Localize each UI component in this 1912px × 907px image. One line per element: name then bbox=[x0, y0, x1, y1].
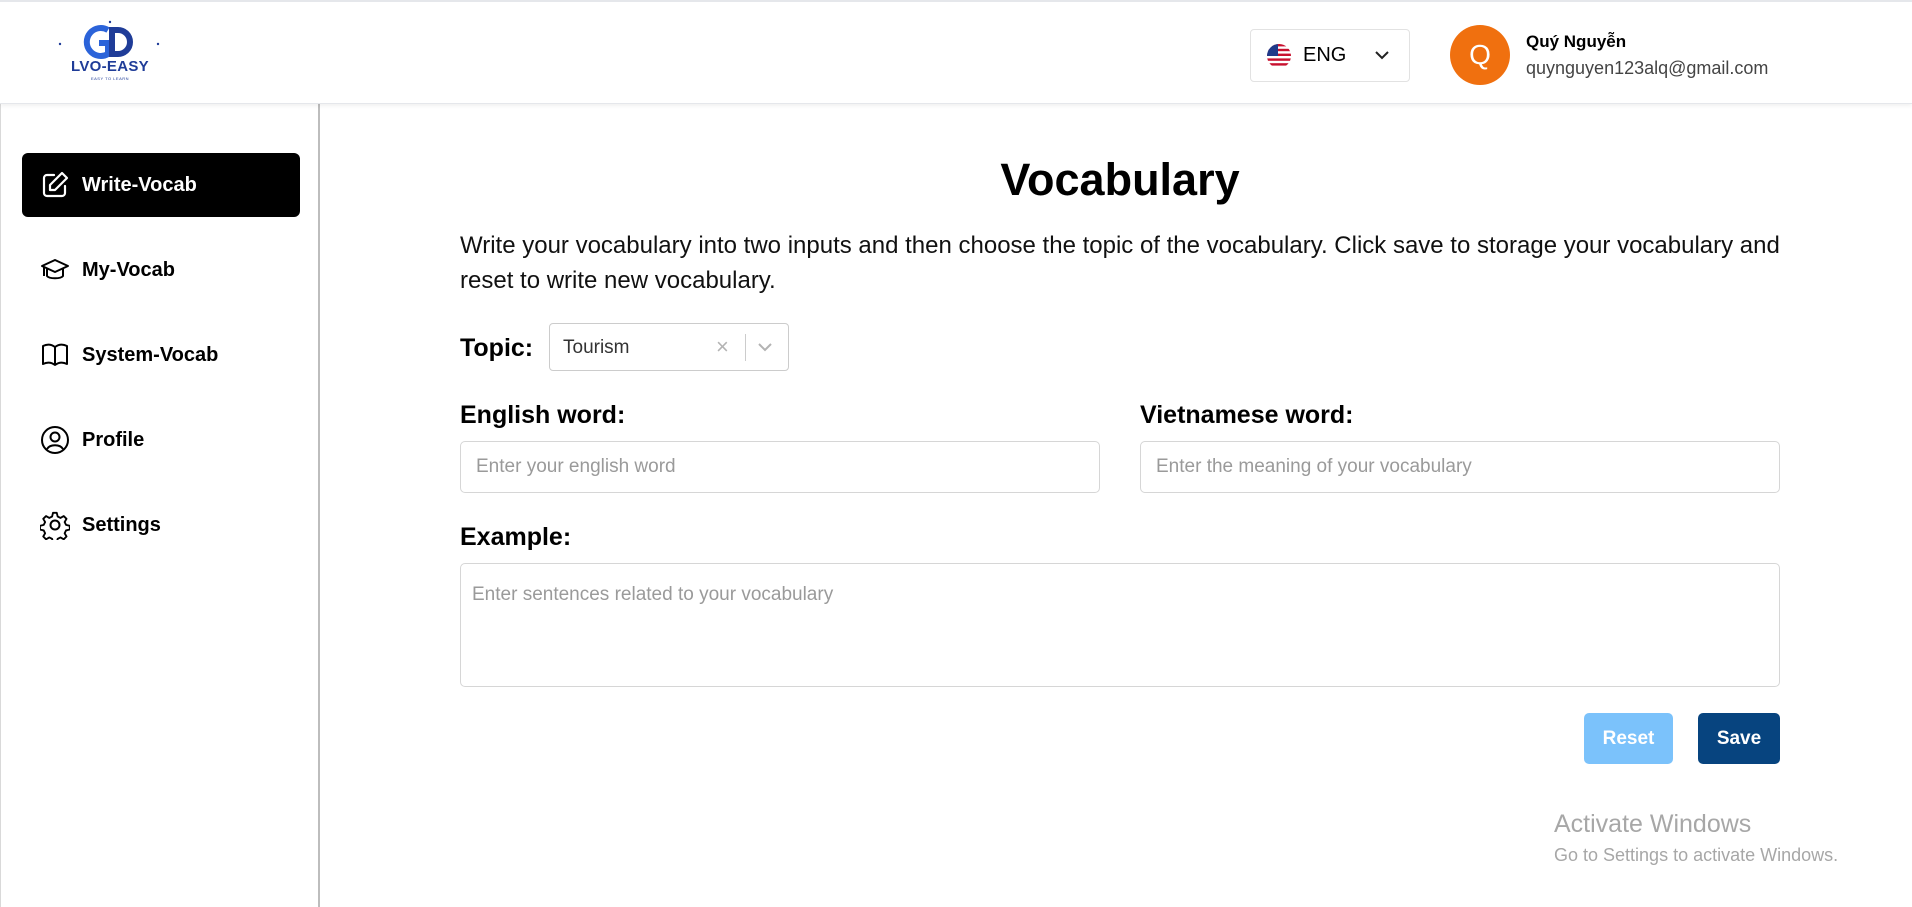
chevron-down-icon[interactable] bbox=[755, 337, 775, 357]
save-button[interactable]: Save bbox=[1698, 713, 1780, 764]
reset-button[interactable]: Reset bbox=[1584, 713, 1673, 764]
topic-label: Topic: bbox=[460, 334, 534, 362]
sidebar: Write-Vocab My-Vocab System-Vocab Profil… bbox=[0, 104, 320, 907]
sidebar-item-label: Write-Vocab bbox=[82, 173, 197, 196]
sidebar-item-label: My-Vocab bbox=[82, 258, 175, 281]
watermark-title: Activate Windows bbox=[1554, 810, 1752, 838]
activate-windows-watermark: Activate Windows Go to Settings to activ… bbox=[1554, 810, 1838, 866]
logo-text: LVO-EASY bbox=[71, 58, 149, 75]
graduation-cap-icon bbox=[40, 255, 70, 285]
clear-icon[interactable]: × bbox=[716, 336, 729, 358]
language-selector[interactable]: ENG bbox=[1250, 29, 1410, 82]
sidebar-item-my-vocab[interactable]: My-Vocab bbox=[22, 238, 300, 302]
vietnamese-word-input[interactable] bbox=[1140, 441, 1780, 493]
avatar[interactable]: Q bbox=[1450, 25, 1510, 85]
open-book-icon bbox=[40, 340, 70, 370]
watermark-subtitle: Go to Settings to activate Windows. bbox=[1554, 845, 1839, 865]
user-email: quynguyen123alq@gmail.com bbox=[1526, 58, 1769, 78]
us-flag-icon bbox=[1267, 43, 1291, 68]
topic-select[interactable]: Tourism × bbox=[549, 323, 789, 371]
english-word-label: English word: bbox=[460, 401, 626, 429]
sidebar-item-settings[interactable]: Settings bbox=[22, 493, 300, 557]
chevron-down-icon bbox=[1375, 51, 1389, 60]
example-textarea[interactable] bbox=[460, 563, 1780, 687]
example-label: Example: bbox=[460, 523, 572, 551]
select-divider bbox=[745, 334, 746, 361]
sidebar-item-label: Settings bbox=[82, 513, 161, 536]
page-title: Vocabulary bbox=[1000, 154, 1240, 205]
sidebar-item-system-vocab[interactable]: System-Vocab bbox=[22, 323, 300, 387]
top-header: LVO-EASY EASY TO LEARN ENG Q Quý Nguyễn … bbox=[0, 0, 1912, 104]
english-word-input[interactable] bbox=[460, 441, 1100, 493]
app-logo[interactable]: LVO-EASY EASY TO LEARN bbox=[58, 20, 162, 86]
sidebar-item-label: System-Vocab bbox=[82, 343, 219, 366]
logo-mark-icon bbox=[58, 20, 160, 59]
user-circle-icon bbox=[40, 425, 70, 455]
logo-subtext: EASY TO LEARN bbox=[90, 76, 130, 81]
pencil-square-icon bbox=[40, 170, 70, 200]
user-name: Quý Nguyễn bbox=[1526, 32, 1627, 51]
topic-select-value: Tourism bbox=[563, 337, 630, 358]
sidebar-item-profile[interactable]: Profile bbox=[22, 408, 300, 472]
gear-icon bbox=[40, 510, 70, 540]
sidebar-item-label: Profile bbox=[82, 428, 145, 451]
page-description: Write your vocabulary into two inputs an… bbox=[460, 232, 1780, 294]
sidebar-item-write-vocab[interactable]: Write-Vocab bbox=[22, 153, 300, 217]
language-label: ENG bbox=[1303, 44, 1347, 66]
vietnamese-word-label: Vietnamese word: bbox=[1140, 401, 1354, 429]
